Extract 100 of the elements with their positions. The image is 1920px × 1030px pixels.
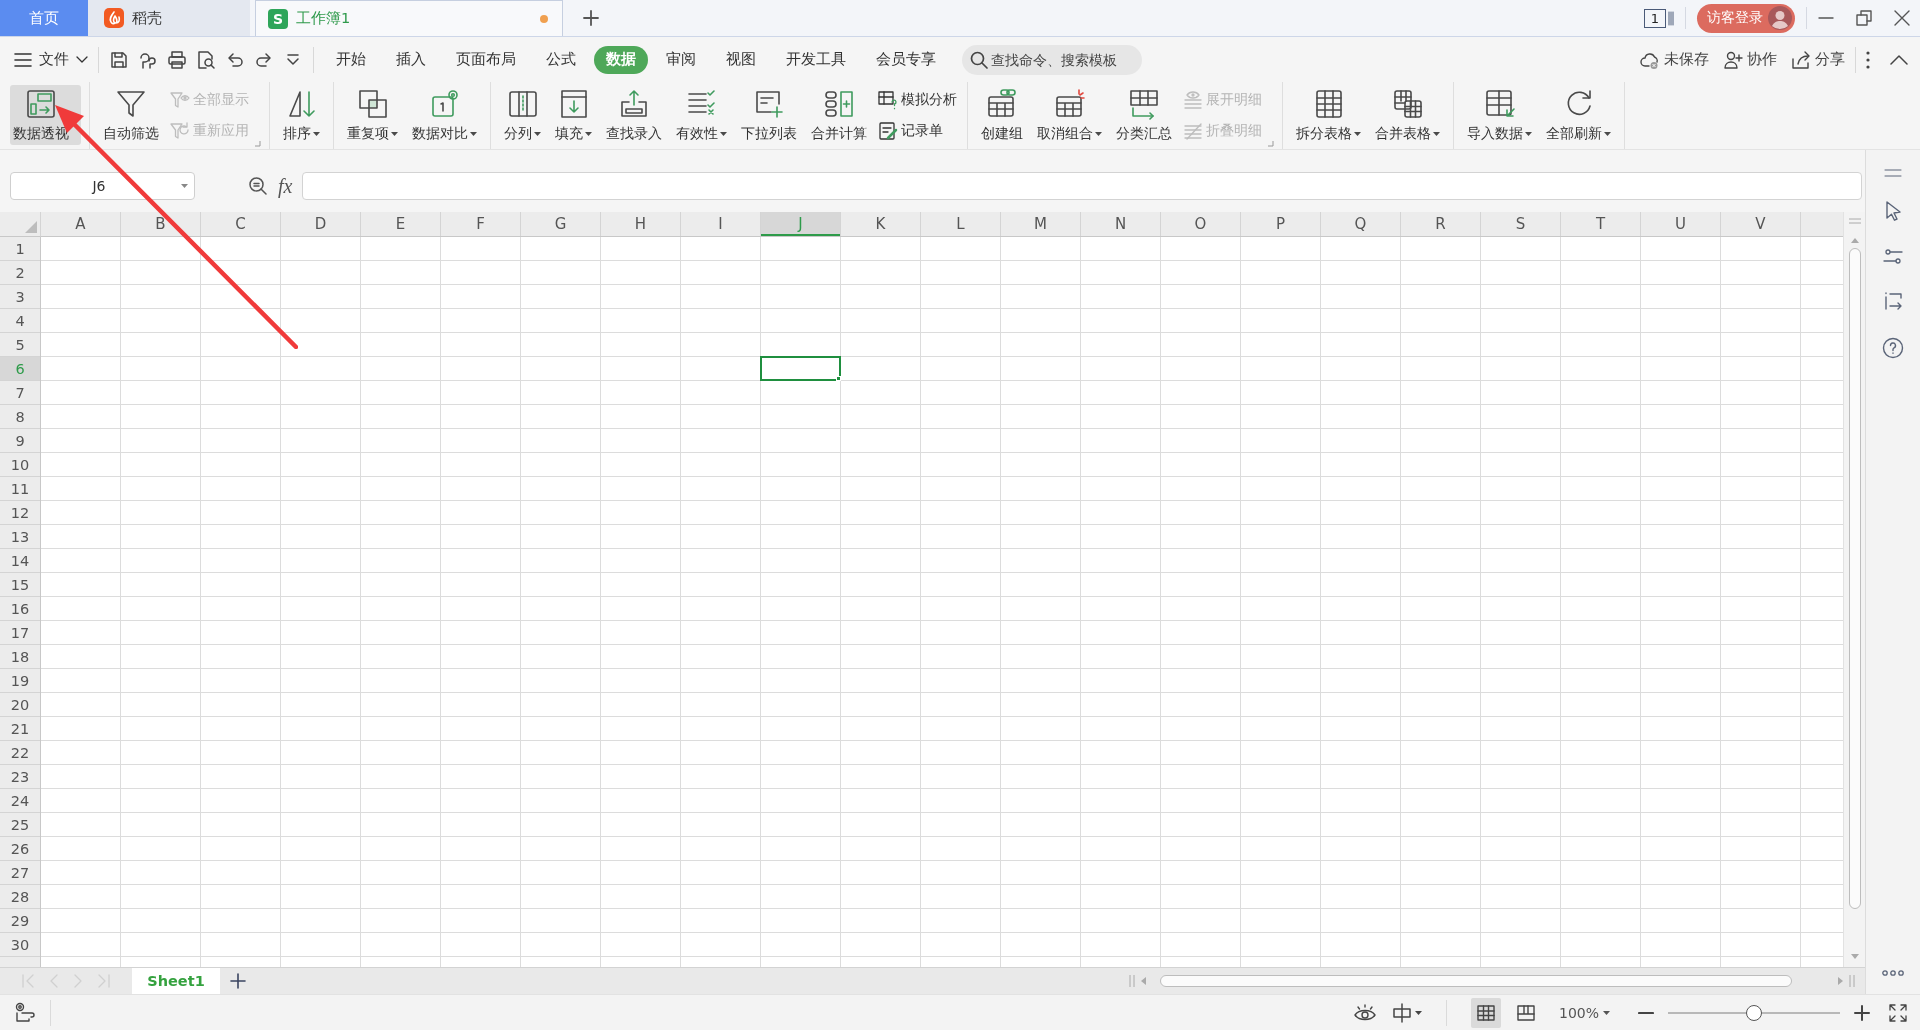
column-header[interactable]: T bbox=[1561, 212, 1641, 236]
grip-lines-icon[interactable] bbox=[1884, 169, 1902, 177]
plus-icon[interactable] bbox=[1854, 1004, 1870, 1021]
selected-cell[interactable] bbox=[760, 356, 841, 381]
split-grip-icon[interactable] bbox=[1129, 975, 1135, 987]
row-header[interactable]: 21 bbox=[0, 717, 40, 741]
zoom-level-button[interactable]: 100% bbox=[1558, 1004, 1610, 1021]
row-header[interactable]: 1 bbox=[0, 237, 40, 261]
ribbon-button[interactable]: 全部刷新 bbox=[1541, 85, 1616, 145]
row-header[interactable]: 25 bbox=[0, 813, 40, 837]
ribbon-button[interactable]: 排序 bbox=[278, 85, 325, 145]
ribbon-button[interactable]: 合并计算 bbox=[806, 85, 872, 145]
ribbon-button[interactable]: 数据对比 bbox=[407, 85, 482, 145]
row-header[interactable]: 26 bbox=[0, 837, 40, 861]
fullscreen-icon[interactable] bbox=[1888, 1002, 1908, 1023]
ribbon-tab[interactable]: 开始 bbox=[324, 45, 378, 74]
formula-field[interactable] bbox=[302, 172, 1862, 200]
more-icon[interactable] bbox=[1882, 970, 1904, 976]
zoom-slider[interactable] bbox=[1668, 1004, 1840, 1021]
toolbar-action[interactable]: 分享 bbox=[1791, 49, 1845, 70]
column-header[interactable]: A bbox=[41, 212, 121, 236]
ribbon-tab[interactable]: 页面布局 bbox=[444, 45, 528, 74]
column-header[interactable]: M bbox=[1001, 212, 1081, 236]
ribbon-button[interactable]: 分列 bbox=[499, 85, 546, 145]
ribbon-button[interactable]: 下拉列表 bbox=[736, 85, 802, 145]
print-icon[interactable] bbox=[167, 49, 187, 70]
vertical-scroll-thumb[interactable] bbox=[1848, 248, 1861, 909]
ribbon-button[interactable]: 自动筛选 bbox=[98, 85, 164, 145]
plus-icon[interactable] bbox=[583, 10, 599, 26]
column-header[interactable]: G bbox=[521, 212, 601, 236]
column-header[interactable]: F bbox=[441, 212, 521, 236]
ribbon-tab[interactable]: 插入 bbox=[384, 45, 438, 74]
ribbon-button[interactable]: 模拟分析 bbox=[876, 87, 959, 112]
sliders-icon[interactable] bbox=[1883, 247, 1903, 267]
row-header[interactable]: 29 bbox=[0, 909, 40, 933]
column-header[interactable]: C bbox=[201, 212, 281, 236]
ribbon-button[interactable]: 取消组合 bbox=[1032, 85, 1107, 145]
row-header[interactable]: 30 bbox=[0, 933, 40, 957]
row-header[interactable]: 3 bbox=[0, 285, 40, 309]
macro-recorder-icon[interactable] bbox=[14, 1001, 36, 1024]
toolbar-action[interactable]: 协作 bbox=[1723, 49, 1777, 70]
sheet-tab[interactable]: Sheet1 bbox=[132, 968, 220, 994]
column-header[interactable]: N bbox=[1081, 212, 1161, 236]
row-header[interactable]: 9 bbox=[0, 429, 40, 453]
document-tab[interactable]: S 工作簿1 bbox=[255, 0, 563, 36]
column-header[interactable]: S bbox=[1481, 212, 1561, 236]
column-header[interactable]: K bbox=[841, 212, 921, 236]
document-tab[interactable]: 稻壳 bbox=[88, 0, 250, 36]
column-header[interactable]: P bbox=[1241, 212, 1321, 236]
row-header[interactable]: 24 bbox=[0, 789, 40, 813]
row-header[interactable]: 16 bbox=[0, 597, 40, 621]
ribbon-button[interactable]: 合并表格 bbox=[1370, 85, 1445, 145]
print-preview-icon[interactable] bbox=[196, 49, 216, 70]
split-grip-icon[interactable] bbox=[1849, 975, 1855, 987]
split-grip-icon[interactable] bbox=[1848, 218, 1861, 224]
column-header[interactable]: D bbox=[281, 212, 361, 236]
search-field[interactable]: 查找命令、搜索模板 bbox=[962, 44, 1142, 75]
ribbon-button[interactable]: 创建组 bbox=[976, 85, 1028, 145]
minus-icon[interactable] bbox=[1638, 1010, 1654, 1015]
zoom-slider-thumb[interactable] bbox=[1746, 1004, 1762, 1021]
row-header[interactable]: 27 bbox=[0, 861, 40, 885]
toolbar-action[interactable]: 未保存 bbox=[1640, 49, 1709, 70]
ribbon-button[interactable]: 记录单 bbox=[876, 118, 959, 143]
ribbon-button[interactable]: 查找录入 bbox=[601, 85, 667, 145]
name-box[interactable]: J6 bbox=[10, 172, 195, 200]
help-icon[interactable] bbox=[1882, 337, 1904, 359]
save-icon[interactable] bbox=[109, 49, 129, 70]
column-header[interactable]: H bbox=[601, 212, 681, 236]
row-header[interactable]: 2 bbox=[0, 261, 40, 285]
ribbon-button[interactable]: 拆分表格 bbox=[1291, 85, 1366, 145]
plus-icon[interactable] bbox=[230, 973, 246, 989]
close-icon[interactable] bbox=[1894, 10, 1910, 26]
row-header[interactable]: 15 bbox=[0, 573, 40, 597]
column-header[interactable]: E bbox=[361, 212, 441, 236]
file-menu-button[interactable]: 文件 bbox=[14, 50, 88, 69]
ribbon-tab[interactable]: 审阅 bbox=[654, 45, 708, 74]
ribbon-button[interactable]: 有效性 bbox=[671, 85, 732, 145]
cross-box-icon[interactable] bbox=[1391, 1002, 1412, 1023]
ribbon-tab[interactable]: 视图 bbox=[714, 45, 768, 74]
magnifier-icon[interactable] bbox=[248, 176, 268, 196]
chevron-up-icon[interactable] bbox=[1890, 54, 1908, 65]
row-header[interactable]: 28 bbox=[0, 885, 40, 909]
function-button[interactable]: fx bbox=[278, 174, 293, 198]
row-header[interactable]: 22 bbox=[0, 741, 40, 765]
ribbon-button[interactable]: 导入数据 bbox=[1462, 85, 1537, 145]
row-header[interactable]: 20 bbox=[0, 693, 40, 717]
horizontal-scroll-thumb[interactable] bbox=[1160, 975, 1792, 987]
login-button[interactable]: 访客登录 bbox=[1697, 3, 1795, 33]
row-header[interactable]: 14 bbox=[0, 549, 40, 573]
cursor-icon[interactable] bbox=[1883, 200, 1903, 222]
row-header[interactable]: 8 bbox=[0, 405, 40, 429]
column-header[interactable]: V bbox=[1721, 212, 1801, 236]
view-button[interactable] bbox=[1470, 997, 1501, 1028]
row-header[interactable]: 4 bbox=[0, 309, 40, 333]
ribbon-button[interactable]: 重复项 bbox=[342, 85, 403, 145]
column-header[interactable]: L bbox=[921, 212, 1001, 236]
ribbon-tab[interactable]: 会员专享 bbox=[864, 45, 948, 74]
row-header[interactable]: 17 bbox=[0, 621, 40, 645]
row-header[interactable]: 18 bbox=[0, 645, 40, 669]
row-header[interactable]: 11 bbox=[0, 477, 40, 501]
